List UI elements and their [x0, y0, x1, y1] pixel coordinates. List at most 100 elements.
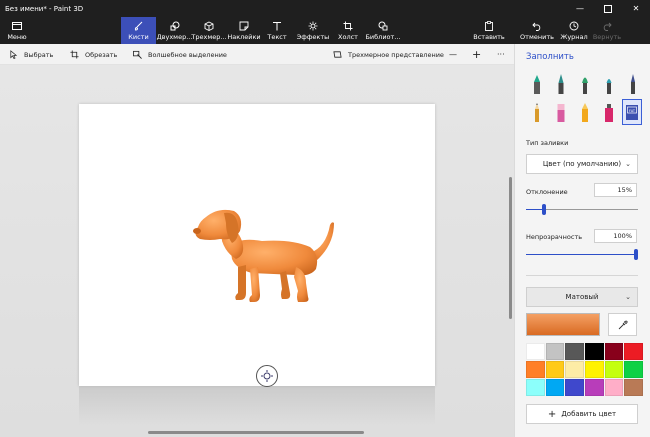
svg-text:FAT: FAT — [629, 109, 636, 113]
tab-effects[interactable]: Эффекты — [296, 17, 330, 44]
fill-type-dropdown[interactable]: Цвет (по умолчанию) ⌄ — [526, 154, 638, 174]
tolerance-slider-fill — [526, 209, 543, 210]
paste-label: Вставить — [473, 32, 505, 41]
vertical-scrollbar[interactable] — [509, 177, 512, 319]
spray-can[interactable] — [600, 100, 618, 124]
tab-3d-library[interactable]: Библиот... — [365, 17, 401, 44]
color-swatch[interactable] — [624, 379, 643, 396]
color-swatch[interactable] — [545, 361, 565, 378]
redo-label: Вернуть — [592, 32, 622, 41]
maximize-button[interactable] — [594, 0, 622, 17]
magic-select-button[interactable]: Волшебное выделение — [133, 44, 227, 65]
redo-button[interactable]: Вернуть — [592, 17, 622, 44]
tolerance-slider[interactable] — [526, 204, 638, 215]
add-color-label: Добавить цвет — [561, 410, 617, 418]
pencil[interactable] — [528, 100, 546, 124]
fill-bucket[interactable]: FAT — [622, 99, 642, 125]
sun-icon — [308, 21, 318, 30]
color-swatch[interactable] — [604, 361, 624, 378]
tolerance-slider-thumb[interactable] — [542, 204, 547, 215]
eraser[interactable] — [552, 100, 570, 124]
cursor-arrow-icon — [10, 50, 18, 59]
color-swatch[interactable] — [545, 343, 565, 360]
fill-type-value: Цвет (по умолчанию) — [542, 160, 622, 168]
redo-icon — [603, 22, 612, 31]
color-palette — [526, 343, 643, 396]
rotate-handle[interactable] — [256, 365, 278, 387]
canvas-floor-shadow — [79, 386, 435, 426]
cube-icon — [204, 20, 214, 31]
color-swatch[interactable] — [604, 343, 624, 360]
canvas[interactable] — [79, 104, 435, 386]
color-swatch[interactable] — [604, 379, 624, 396]
sticker-icon — [239, 21, 249, 30]
tab-label: Библиот... — [365, 32, 401, 41]
shapes-2d-icon — [170, 21, 179, 30]
zoom-out-button[interactable]: — — [449, 44, 457, 65]
opacity-input[interactable]: 100% — [594, 229, 637, 243]
fill-type-label: Тип заливки — [526, 139, 569, 147]
menu-button[interactable]: Меню — [2, 17, 32, 44]
library-icon — [378, 21, 388, 30]
panel-divider — [526, 275, 638, 276]
color-swatch[interactable] — [584, 379, 604, 396]
tab-2d-shapes[interactable]: Двухмер... — [157, 17, 192, 44]
material-dropdown[interactable]: Матовый ⌄ — [526, 287, 638, 307]
color-swatch[interactable] — [526, 379, 545, 396]
color-swatch[interactable] — [526, 361, 545, 378]
crayon[interactable] — [576, 100, 594, 124]
clipboard-icon — [485, 20, 493, 31]
marker-brush[interactable] — [528, 72, 546, 96]
oil-brush[interactable] — [576, 72, 594, 96]
tolerance-input[interactable]: 15% — [594, 183, 637, 197]
pixel-pen-icon — [631, 74, 635, 94]
tab-brushes[interactable]: Кисти — [121, 17, 156, 44]
crayon-icon — [582, 103, 588, 122]
watercolor-brush-icon — [606, 79, 612, 94]
close-button[interactable]: ✕ — [622, 0, 650, 17]
calligraphy-pen[interactable] — [552, 72, 570, 96]
color-swatch[interactable] — [624, 361, 643, 378]
rotate-icon — [261, 370, 273, 382]
title-bar: Без имени* - Paint 3D — ✕ — [0, 0, 650, 17]
fill-panel: Заполнить FAT Тип заливки Цвет (по умолч… — [514, 44, 650, 437]
3d-dog-model[interactable] — [192, 201, 342, 303]
color-swatch[interactable] — [565, 379, 584, 396]
paste-button[interactable]: Вставить — [473, 17, 505, 44]
color-swatch[interactable] — [584, 361, 604, 378]
opacity-slider-thumb[interactable] — [634, 249, 638, 260]
history-button[interactable]: Журнал — [559, 17, 589, 44]
zoom-in-button[interactable]: + — [472, 44, 481, 65]
minimize-button[interactable]: — — [566, 0, 594, 17]
undo-button[interactable]: Отменить — [520, 17, 554, 44]
tab-label: Кисти — [128, 32, 149, 41]
eyedropper-button[interactable] — [608, 313, 637, 336]
current-color-swatch[interactable] — [526, 313, 600, 336]
crop-button[interactable]: Обрезать — [70, 44, 117, 65]
pixel-pen[interactable] — [624, 72, 642, 96]
menu-label: Меню — [7, 32, 27, 41]
watercolor-brush[interactable] — [600, 72, 618, 96]
color-swatch[interactable] — [565, 343, 584, 360]
color-swatch[interactable] — [584, 343, 604, 360]
opacity-slider[interactable] — [526, 249, 638, 260]
crop-label: Обрезать — [85, 50, 118, 59]
tab-stickers[interactable]: Наклейки — [227, 17, 261, 44]
marker-icon — [534, 75, 540, 94]
add-color-button[interactable]: + Добавить цвет — [526, 404, 638, 424]
color-swatch[interactable] — [545, 379, 565, 396]
tolerance-label: Отклонение — [526, 188, 568, 196]
horizontal-scrollbar[interactable] — [148, 431, 364, 434]
tab-text[interactable]: Текст — [263, 17, 291, 44]
tab-label: Наклейки — [227, 32, 261, 41]
eyedropper-icon — [618, 320, 628, 329]
tab-canvas[interactable]: Холст — [334, 17, 362, 44]
history-label: Журнал — [560, 32, 588, 41]
color-swatch[interactable] — [526, 343, 545, 360]
color-swatch[interactable] — [565, 361, 584, 378]
more-options-button[interactable]: ··· — [497, 44, 505, 65]
color-swatch[interactable] — [624, 343, 643, 360]
tab-3d-shapes[interactable]: Трехмер... — [191, 17, 227, 44]
3d-view-button[interactable]: Трехмерное представление — [333, 44, 444, 65]
select-button[interactable]: Выбрать — [9, 44, 53, 65]
